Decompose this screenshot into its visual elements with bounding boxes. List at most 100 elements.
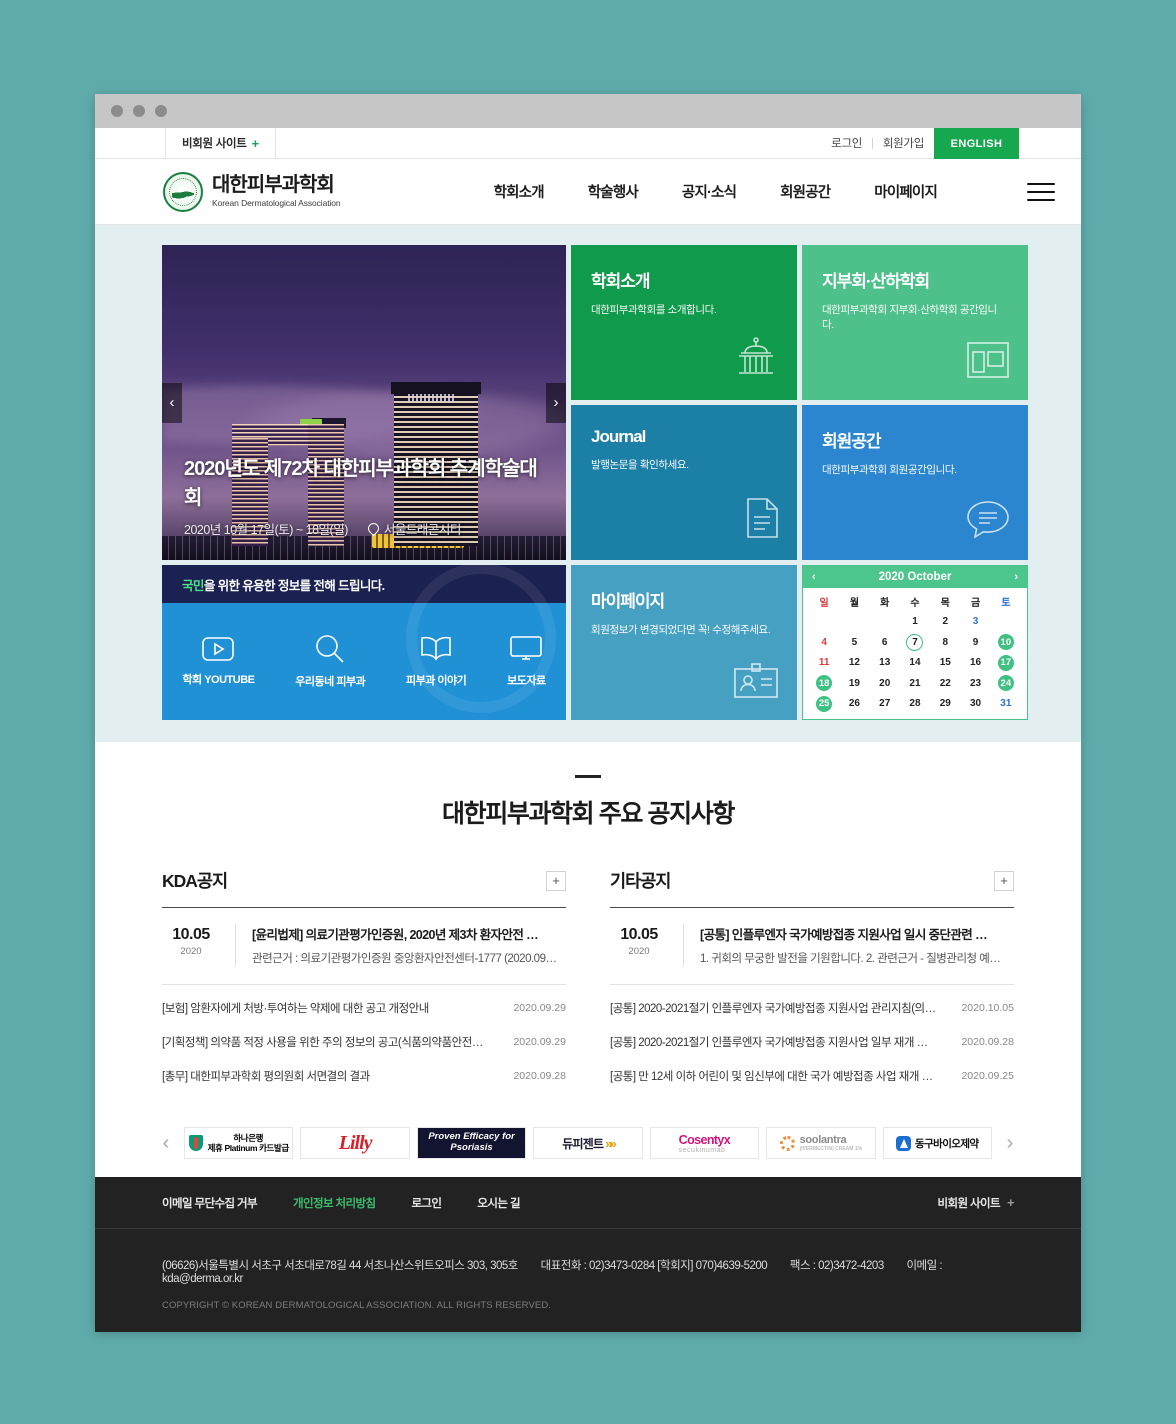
sponsor-logo-hana[interactable]: 하나은행 제휴 Platinum 카드발급 <box>184 1127 294 1159</box>
notice-column-kda: KDA공지 + 10.05 2020 [윤리법제] 의료기관평가인증원, 202… <box>162 868 566 1093</box>
sponsor-prev-button[interactable]: ‹ <box>155 1132 177 1155</box>
calendar-day-15[interactable]: 15 <box>930 653 960 674</box>
tile-about[interactable]: 학회소개 대한피부과학회를 소개합니다. <box>571 245 797 400</box>
nav-item-events[interactable]: 학술행사 <box>588 181 639 202</box>
notice-featured-item[interactable]: 10.05 2020 [공통] 인플루엔자 국가예방접종 지원사업 일시 중단관… <box>610 907 1014 985</box>
calendar-day-25[interactable]: 25 <box>809 694 839 715</box>
notice-column-kda-more-button[interactable]: + <box>546 870 566 891</box>
notice-featured-desc: 관련근거 : 의료기관평가인증원 중앙환자안전센터-1777 (2020.09… <box>252 953 557 965</box>
calendar-day-4[interactable]: 4 <box>809 632 839 653</box>
public-info-item-stories[interactable]: 피부과 이야기 <box>406 635 467 688</box>
notice-item-date: 2020.09.28 <box>513 1070 566 1082</box>
brand-name-en: Korean Dermatological Association <box>212 198 341 208</box>
calendar-day-20[interactable]: 20 <box>870 673 900 694</box>
notice-column-etc-more-button[interactable]: + <box>994 870 1014 891</box>
tile-journal[interactable]: Journal 발행논문을 확인하세요. <box>571 405 797 560</box>
notice-item-date: 2020.09.28 <box>961 1036 1014 1048</box>
calendar-day-5[interactable]: 5 <box>839 632 869 653</box>
calendar-day-24[interactable]: 24 <box>991 673 1021 694</box>
notice-featured-item[interactable]: 10.05 2020 [윤리법제] 의료기관평가인증원, 2020년 제3차 환… <box>162 907 566 985</box>
site-header: 대한피부과학회 Korean Dermatological Associatio… <box>95 159 1081 225</box>
calendar-day-31[interactable]: 31 <box>991 694 1021 715</box>
list-item[interactable]: [기획정책] 의약품 적정 사용을 위한 주의 정보의 공고(식품의약품안전… … <box>162 1025 566 1059</box>
calendar-day-29[interactable]: 29 <box>930 694 960 715</box>
calendar-day-14[interactable]: 14 <box>900 653 930 674</box>
slider-prev-button[interactable]: ‹ <box>162 382 182 423</box>
login-link[interactable]: 로그인 <box>831 135 862 151</box>
window-maximize-dot[interactable] <box>155 105 167 117</box>
layout-icon <box>966 341 1010 384</box>
public-info-headline-rest: 을 위한 유용한 정보를 전해 드립니다. <box>203 578 385 593</box>
public-info-item-youtube[interactable]: 학회 YOUTUBE <box>182 636 255 687</box>
calendar-day-10[interactable]: 10 <box>991 632 1021 653</box>
public-info-item-press[interactable]: 보도자료 <box>507 635 546 688</box>
english-language-button[interactable]: ENGLISH <box>934 128 1019 159</box>
slider-next-button[interactable]: › <box>546 382 566 423</box>
calendar-dow-1: 월 <box>849 597 860 609</box>
site-logo[interactable]: 대한피부과학회 Korean Dermatological Associatio… <box>163 171 341 212</box>
chat-icon <box>966 499 1010 544</box>
calendar-day-22[interactable]: 22 <box>930 673 960 694</box>
sponsor-logo-dongkoo[interactable]: 동구바이오제약 <box>882 1127 992 1159</box>
public-info-item-clinic-finder[interactable]: 우리동네 피부과 <box>295 634 366 689</box>
tile-member-zone[interactable]: 회원공간 대한피부과학회 회원공간입니다. <box>802 405 1028 560</box>
calendar-grid: 일 월 화 수 목 금 토 1 2 3 4 5 6 7 8 9 10 11 12 13 14 15 16 17 18 19 20 21… <box>803 588 1027 719</box>
calendar-day-30[interactable]: 30 <box>960 694 990 715</box>
calendar-day-28[interactable]: 28 <box>900 694 930 715</box>
join-link[interactable]: 회원가입 <box>883 135 924 151</box>
hamburger-menu-icon[interactable] <box>1027 182 1055 201</box>
footer-nonmember-site-button[interactable]: 비회원 사이트 + <box>938 1195 1015 1211</box>
calendar-day-27[interactable]: 27 <box>870 694 900 715</box>
window-minimize-dot[interactable] <box>133 105 145 117</box>
sponsor-logo-cosentyx[interactable]: Cosentyx secukinumab <box>649 1127 760 1159</box>
list-item[interactable]: [총무] 대한피부과학회 평의원회 서면결의 결과 2020.09.28 <box>162 1059 566 1093</box>
nav-item-notices[interactable]: 공지·소식 <box>682 181 737 202</box>
list-item[interactable]: [보험] 암환자에게 처방·투여하는 약제에 대한 공고 개정안내 2020.0… <box>162 991 566 1025</box>
sponsor-psoriasis-text: Proven Efficacy for Psoriasis <box>417 1128 526 1158</box>
calendar-day-19[interactable]: 19 <box>839 673 869 694</box>
calendar-day-2[interactable]: 2 <box>930 612 960 633</box>
footer-link-privacy-policy[interactable]: 개인정보 처리방침 <box>293 1195 376 1211</box>
hero-slider[interactable]: 2020년도 제72차 대한피부과학회 추계학술대회 2020년 10월 17일… <box>162 245 566 560</box>
list-item[interactable]: [공통] 2020-2021절기 인플루엔자 국가예방접종 지원사업 일부 재개… <box>610 1025 1014 1059</box>
calendar-day-16[interactable]: 16 <box>960 653 990 674</box>
nav-item-mypage[interactable]: 마이페이지 <box>874 181 937 202</box>
nav-item-member-zone[interactable]: 회원공간 <box>780 181 831 202</box>
calendar-day-26[interactable]: 26 <box>839 694 869 715</box>
calendar-day-17[interactable]: 17 <box>991 653 1021 674</box>
calendar-day-empty <box>870 612 900 633</box>
nav-item-about[interactable]: 학회소개 <box>494 181 545 202</box>
slide-place: 서울드래곤시티 <box>383 523 462 537</box>
tile-mypage[interactable]: 마이페이지 회원정보가 변경되었다면 꼭! 수정해주세요. <box>571 565 797 720</box>
calendar-day-11[interactable]: 11 <box>809 653 839 674</box>
dongkoo-mark-icon <box>896 1135 912 1151</box>
sponsor-next-button[interactable]: › <box>999 1132 1021 1155</box>
list-item[interactable]: [공통] 만 12세 이하 어린이 및 임신부에 대한 국가 예방접종 사업 재… <box>610 1059 1014 1093</box>
calendar-day-21[interactable]: 21 <box>900 673 930 694</box>
sponsor-logo-dupixent[interactable]: 듀피젠트»» <box>533 1127 643 1159</box>
calendar-day-3[interactable]: 3 <box>960 612 990 633</box>
calendar-day-1[interactable]: 1 <box>900 612 930 633</box>
calendar-day-13[interactable]: 13 <box>870 653 900 674</box>
calendar-day-6[interactable]: 6 <box>870 632 900 653</box>
sponsor-logo-soolantra[interactable]: soolantra (IVERMECTIN) CREAM 1% <box>766 1127 876 1159</box>
calendar-day-8[interactable]: 8 <box>930 632 960 653</box>
calendar-day-9[interactable]: 9 <box>960 632 990 653</box>
window-close-dot[interactable] <box>111 105 123 117</box>
calendar-next-button[interactable]: › <box>1014 571 1018 583</box>
calendar-day-7[interactable]: 7 <box>900 632 930 653</box>
sponsor-logo-lilly[interactable]: Lilly <box>300 1127 410 1159</box>
footer-link-directions[interactable]: 오시는 길 <box>477 1195 520 1211</box>
nonmember-site-button[interactable]: 비회원 사이트 + <box>165 128 276 158</box>
footer-link-login[interactable]: 로그인 <box>411 1195 442 1211</box>
slide-meta: 2020년 10월 17일(토) ~ 18일(일) 서울드래곤시티 <box>184 519 544 538</box>
tile-branches[interactable]: 지부회·산하학회 대한피부과학회 지부회·산하학회 공간입니다. <box>802 245 1028 400</box>
calendar-day-18[interactable]: 18 <box>809 673 839 694</box>
calendar-prev-button[interactable]: ‹ <box>812 571 816 583</box>
footer-link-email-refusal[interactable]: 이메일 무단수집 거부 <box>162 1195 258 1211</box>
cloud-layer <box>162 371 566 460</box>
calendar-day-12[interactable]: 12 <box>839 653 869 674</box>
list-item[interactable]: [공통] 2020-2021절기 인플루엔자 국가예방접종 지원사업 관리지침(… <box>610 991 1014 1025</box>
calendar-day-23[interactable]: 23 <box>960 673 990 694</box>
sponsor-logo-psoriasis[interactable]: Proven Efficacy for Psoriasis <box>416 1127 527 1159</box>
